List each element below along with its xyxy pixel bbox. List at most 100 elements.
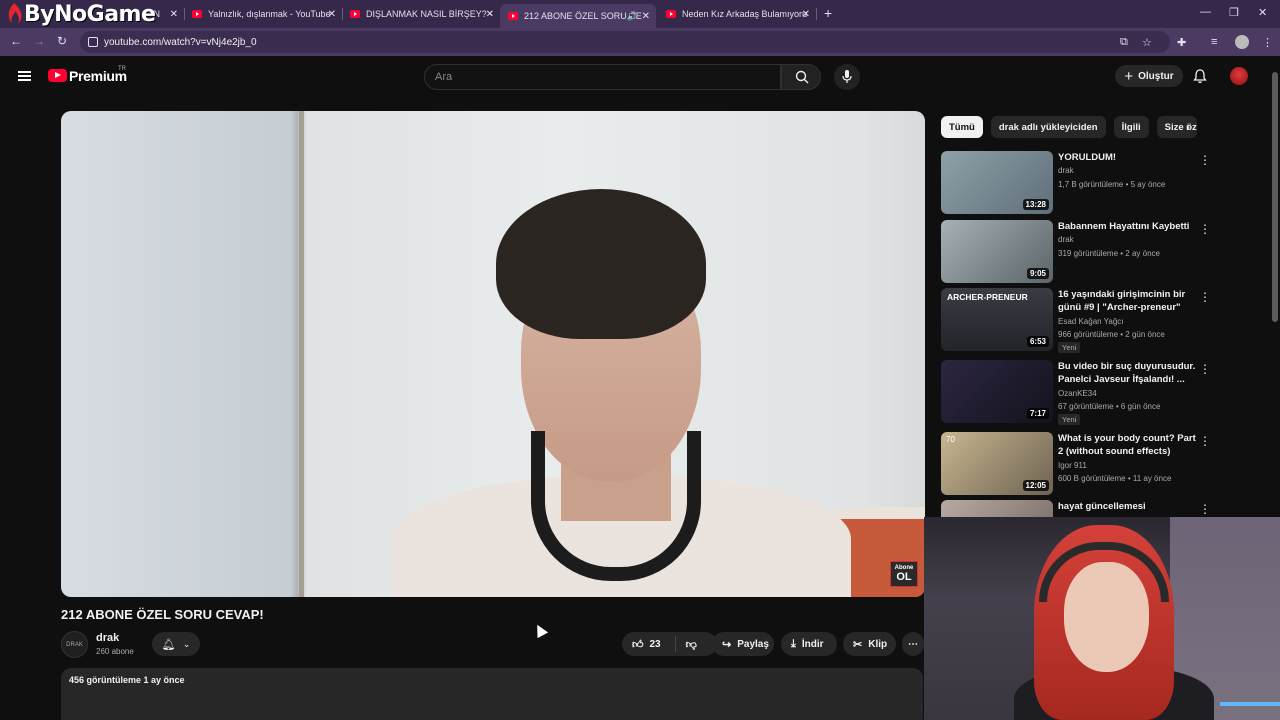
divider xyxy=(674,636,676,652)
create-label: Oluştur xyxy=(1138,70,1174,82)
recommended-channel[interactable]: OzanKE34 xyxy=(1058,389,1097,398)
video-thumbnail[interactable]: 70 12:05 xyxy=(941,432,1053,495)
reload-icon[interactable]: ↻ xyxy=(57,34,67,48)
filter-chips: Tümü drak adlı yükleyiciden İlgili Size … xyxy=(941,116,1205,138)
download-button[interactable]: ⤓ İndir xyxy=(781,632,837,656)
recommended-video[interactable]: 9:05 Babannem Hayattını Kaybetti drak 31… xyxy=(941,220,1211,284)
search-button[interactable] xyxy=(781,64,821,90)
minimize-icon[interactable]: — xyxy=(1200,6,1211,18)
recommended-video-title[interactable]: 16 yaşındaki girişimcinin bir günü #9 | … xyxy=(1058,288,1198,314)
recommended-video[interactable]: 13:28 YORULDUM! drak 1,7 B görüntüleme •… xyxy=(941,151,1211,215)
chip-for-you[interactable]: Size öz xyxy=(1156,116,1197,138)
media-icon[interactable]: ≡ xyxy=(1211,36,1223,48)
video-player[interactable]: Abone OL xyxy=(61,111,925,597)
close-icon[interactable]: ✕ xyxy=(328,9,336,20)
browser-tab-5[interactable]: Neden Kız Arkadaş Bulamıyoru ✕ xyxy=(666,4,810,24)
recommended-channel[interactable]: Esad Kağan Yağcı xyxy=(1058,317,1124,326)
clip-label: Klip xyxy=(868,638,888,650)
clip-button[interactable]: ✂ Klip xyxy=(843,632,896,656)
recommended-meta: 600 B görüntüleme • 11 ay önce xyxy=(1058,474,1172,483)
chip-related[interactable]: İlgili xyxy=(1113,116,1149,138)
more-actions-button[interactable]: ⋯ xyxy=(902,632,924,656)
chip-from-uploader[interactable]: drak adlı yükleyiciden xyxy=(990,116,1106,138)
extensions-icon[interactable]: ✚ xyxy=(1177,36,1189,49)
more-vertical-icon[interactable]: ⋮ xyxy=(1199,290,1211,304)
bookmark-star-icon[interactable]: ☆ xyxy=(1142,36,1154,49)
voice-search-button[interactable] xyxy=(834,64,860,90)
bell-icon: 🔔︎ xyxy=(161,638,176,651)
mouse-cursor-icon xyxy=(531,621,549,639)
badge-bottom-text: OL xyxy=(896,571,912,583)
channel-name[interactable]: drak xyxy=(96,632,119,644)
close-icon[interactable]: ✕ xyxy=(802,9,810,20)
video-thumbnail[interactable]: 9:05 xyxy=(941,220,1053,283)
video-duration: 7:17 xyxy=(1026,408,1049,419)
recommended-video-title[interactable]: What is your body count? Part 2 (without… xyxy=(1058,432,1198,458)
close-icon[interactable]: ✕ xyxy=(642,11,650,22)
more-vertical-icon[interactable]: ⋮ xyxy=(1199,434,1211,448)
page-scrollbar[interactable] xyxy=(1272,72,1278,322)
tab-title: Yalnızlık, dışlanmak - YouTube xyxy=(208,9,331,19)
recommended-video-title[interactable]: YORULDUM! xyxy=(1058,151,1198,164)
share-button[interactable]: ↪ Paylaş xyxy=(712,632,774,656)
speaker-icon[interactable]: 🔊 xyxy=(627,11,638,22)
recommended-channel[interactable]: drak xyxy=(1058,235,1074,244)
country-code: TR xyxy=(118,66,126,72)
webcam-overlay xyxy=(924,517,1280,720)
create-button[interactable]: + Oluştur xyxy=(1115,65,1183,87)
account-avatar[interactable] xyxy=(1230,67,1248,85)
browser-tab-3[interactable]: DIŞLANMAK NASIL BİRŞEY? - Y ✕ xyxy=(350,4,494,24)
recommended-channel[interactable]: drak xyxy=(1058,166,1074,175)
more-vertical-icon[interactable]: ⋮ xyxy=(1199,222,1211,236)
tab-divider xyxy=(184,8,185,20)
video-thumbnail[interactable]: 7:17 xyxy=(941,360,1053,423)
video-thumbnail[interactable]: ARCHER-PRENEUR 6:53 xyxy=(941,288,1053,351)
description-box[interactable] xyxy=(61,668,923,720)
thumbs-down-icon[interactable]: 👎︎ xyxy=(686,638,697,651)
close-icon[interactable]: ✕ xyxy=(170,9,178,20)
recommended-video[interactable]: 70 12:05 What is your body count? Part 2… xyxy=(941,432,1211,496)
recommended-video-title[interactable]: Babannem Hayattını Kaybetti xyxy=(1058,220,1198,233)
search-placeholder: Ara xyxy=(435,71,453,83)
browser-menu-icon[interactable]: ⋮ xyxy=(1262,36,1274,49)
hamburger-menu-icon[interactable] xyxy=(18,71,31,81)
profile-icon[interactable] xyxy=(1235,35,1249,49)
url-field[interactable]: youtube.com/watch?v=vNj4e2jb_0 xyxy=(80,31,1170,53)
more-vertical-icon[interactable]: ⋮ xyxy=(1199,502,1211,516)
site-info-icon[interactable] xyxy=(88,37,98,47)
thumbnail-text: 70 xyxy=(946,435,955,444)
youtube-favicon-icon xyxy=(508,12,518,20)
channel-avatar[interactable]: DRAK xyxy=(61,631,88,658)
new-tab-button[interactable]: + xyxy=(824,5,832,21)
recommended-video-title[interactable]: hayat güncellemesi xyxy=(1058,500,1198,513)
forward-arrow-icon[interactable]: → xyxy=(33,34,45,48)
recommended-video[interactable]: ARCHER-PRENEUR 6:53 16 yaşındaki girişim… xyxy=(941,288,1211,353)
close-icon[interactable]: ✕ xyxy=(486,9,494,20)
subscription-notifications-button[interactable]: 🔔︎ ⌄ xyxy=(152,632,200,656)
more-vertical-icon[interactable]: ⋮ xyxy=(1199,153,1211,167)
youtube-logo-icon[interactable] xyxy=(48,69,67,82)
search-input[interactable]: Ara xyxy=(424,64,781,90)
video-frame-wall xyxy=(299,111,304,597)
notifications-bell-icon[interactable] xyxy=(1193,69,1207,84)
chip-all[interactable]: Tümü xyxy=(941,116,983,138)
recommended-channel[interactable]: Igor 911 xyxy=(1058,461,1087,470)
share-arrow-icon: ↪ xyxy=(722,638,732,651)
chevron-down-icon: ⌄ xyxy=(182,638,191,649)
browser-tab-2[interactable]: Yalnızlık, dışlanmak - YouTube ✕ xyxy=(192,4,336,24)
more-vertical-icon[interactable]: ⋮ xyxy=(1199,362,1211,376)
cast-icon[interactable]: ⧉ xyxy=(1120,36,1132,48)
chevron-right-icon[interactable]: › xyxy=(1186,120,1190,134)
video-thumbnail[interactable]: 13:28 xyxy=(941,151,1053,214)
video-frame-subject xyxy=(496,189,706,339)
back-arrow-icon[interactable]: ← xyxy=(10,34,22,48)
recommended-video[interactable]: 7:17 Bu video bir suç duyurusudur. Panel… xyxy=(941,360,1211,425)
browser-tab-active[interactable]: 212 ABONE ÖZEL SORU CE 🔊 ✕ xyxy=(500,4,656,28)
restore-icon[interactable]: ❐ xyxy=(1229,6,1239,19)
video-duration: 6:53 xyxy=(1026,336,1049,347)
recommended-video-title[interactable]: Bu video bir suç duyurusudur. Panelci Ja… xyxy=(1058,360,1198,386)
scissors-icon: ✂ xyxy=(853,638,863,651)
window-close-icon[interactable]: ✕ xyxy=(1258,6,1267,19)
like-count[interactable]: 23 xyxy=(650,639,661,650)
thumbs-up-icon[interactable]: 👍︎ xyxy=(632,638,644,651)
